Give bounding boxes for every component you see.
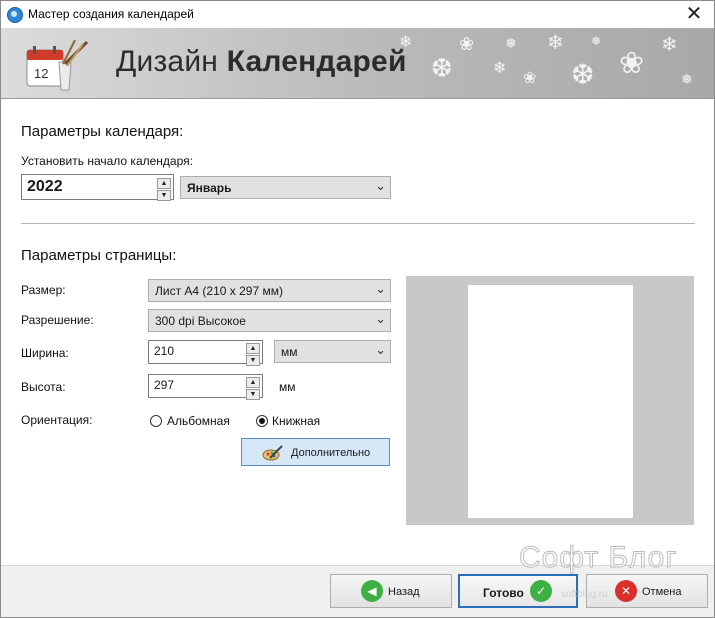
header-banner: 12 Дизайн Календарей ❄ ❆ ❀ ❄ ❅ ❄ ❀ ❆ ❀ ❄… (1, 28, 714, 99)
start-label: Установить начало календаря: (21, 154, 193, 168)
snowflake-icon: ❅ (505, 36, 517, 52)
width-unit-select[interactable]: мм ⌄ (274, 340, 391, 363)
svg-text:12: 12 (34, 66, 48, 81)
snowflake-icon: ❄ (661, 32, 678, 56)
cancel-button-label: Отмена (642, 586, 682, 598)
height-spin-buttons: ▲ ▼ (246, 377, 260, 401)
settings-brush-icon (262, 445, 283, 461)
page-preview (406, 276, 694, 525)
size-value: Лист A4 (210 x 297 мм) (155, 284, 283, 298)
width-unit-value: мм (281, 345, 298, 359)
snowflake-icon: ❅ (591, 34, 602, 48)
resolution-label: Разрешение: (21, 313, 94, 327)
section-divider (21, 223, 695, 224)
snowflake-icon: ❆ (431, 54, 453, 84)
width-label: Ширина: (21, 346, 69, 360)
chevron-down-icon: ⌄ (375, 282, 386, 297)
spin-up-icon[interactable]: ▲ (157, 178, 171, 189)
arrow-left-icon: ◀ (361, 580, 383, 602)
app-icon (7, 7, 23, 23)
banner-title: Дизайн Календарей (116, 45, 407, 78)
spin-down-icon[interactable]: ▼ (246, 389, 260, 400)
done-button-label: Готово (483, 586, 524, 600)
calendar-section-title: Параметры календаря: (21, 123, 184, 140)
spin-down-icon[interactable]: ▼ (246, 355, 260, 366)
window-title: Мастер создания календарей (28, 7, 194, 21)
width-spinner[interactable]: 210 ▲ ▼ (148, 340, 263, 367)
width-spin-buttons: ▲ ▼ (246, 343, 260, 367)
year-spin-buttons: ▲ ▼ (157, 178, 171, 202)
title-bar: Мастер создания календарей ✕ (1, 1, 714, 28)
wizard-window: Мастер создания календарей ✕ 12 Дизайн К… (0, 0, 715, 618)
radio-landscape[interactable] (150, 415, 162, 427)
month-value: Январь (187, 181, 232, 195)
content-panel: Параметры календаря: Установить начало к… (1, 99, 714, 565)
snowflake-icon: ❀ (619, 46, 645, 81)
landscape-label[interactable]: Альбомная (167, 414, 230, 428)
height-label: Высота: (21, 380, 66, 394)
size-label: Размер: (21, 283, 66, 297)
spin-up-icon[interactable]: ▲ (246, 377, 260, 388)
page-section-title: Параметры страницы: (21, 247, 177, 264)
done-button[interactable]: Готово ✓ (458, 574, 578, 608)
orientation-label: Ориентация: (21, 413, 93, 427)
watermark-sub: softblog.ru (561, 589, 608, 600)
spin-up-icon[interactable]: ▲ (246, 343, 260, 354)
snowflake-icon: ❅ (681, 72, 693, 88)
height-value: 297 (154, 378, 175, 392)
back-button[interactable]: ◀ Назад (330, 574, 452, 608)
chevron-down-icon: ⌄ (375, 343, 386, 358)
year-spinner[interactable]: 2022 ▲ ▼ (21, 174, 174, 202)
calendar-paintbrush-icon: 12 (26, 40, 89, 91)
chevron-down-icon: ⌄ (375, 312, 386, 327)
snowflake-icon: ❀ (523, 68, 537, 87)
back-button-label: Назад (388, 586, 420, 598)
spin-down-icon[interactable]: ▼ (157, 190, 171, 201)
month-select[interactable]: Январь ⌄ (180, 176, 391, 199)
snowflake-icon: ❀ (459, 34, 475, 55)
radio-portrait[interactable] (256, 415, 268, 427)
snowflake-icon: ❄ (493, 58, 507, 77)
snowflake-icon: ❆ (571, 58, 595, 91)
year-value: 2022 (27, 178, 63, 195)
width-value: 210 (154, 344, 175, 358)
resolution-select[interactable]: 300 dpi Высокое ⌄ (148, 309, 391, 332)
chevron-down-icon: ⌄ (375, 179, 386, 194)
snowflake-icon: ❄ (547, 30, 564, 54)
snowflake-icon: ❄ (399, 32, 413, 51)
height-unit: мм (279, 380, 296, 394)
checkmark-icon: ✓ (530, 580, 552, 602)
cancel-x-icon: ✕ (615, 580, 637, 602)
watermark-text: Софт Блог (518, 541, 678, 575)
resolution-value: 300 dpi Высокое (155, 314, 246, 328)
size-select[interactable]: Лист A4 (210 x 297 мм) ⌄ (148, 279, 391, 302)
close-icon[interactable]: ✕ (682, 3, 706, 25)
height-spinner[interactable]: 297 ▲ ▼ (148, 374, 263, 401)
advanced-button[interactable]: Дополнительно (241, 438, 390, 466)
advanced-button-label: Дополнительно (291, 447, 371, 459)
portrait-label[interactable]: Книжная (272, 414, 320, 428)
preview-paper (468, 285, 633, 518)
